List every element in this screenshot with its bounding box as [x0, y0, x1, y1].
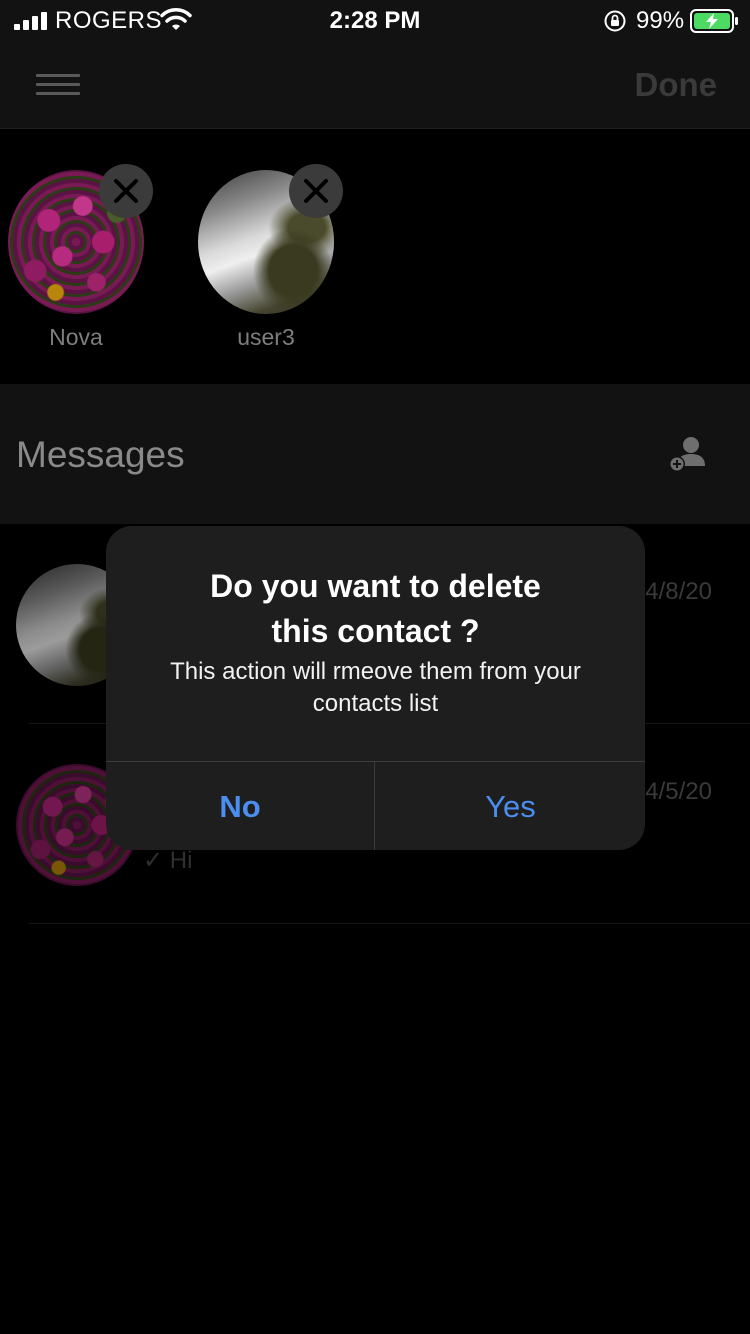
- remove-contact-button[interactable]: [99, 164, 153, 218]
- alert-actions: No Yes: [106, 761, 645, 850]
- nav-bar: Done: [0, 42, 750, 129]
- favorite-name: user3: [237, 324, 295, 350]
- alert-message: This action will rmeove them from your co…: [170, 658, 581, 717]
- done-button[interactable]: Done: [635, 66, 718, 104]
- screen: ROGERS 2:28 PM 99% Done Nova user3 Messa…: [0, 0, 750, 1334]
- messages-header: Messages: [0, 384, 750, 524]
- battery-charging-icon: [690, 9, 738, 33]
- rotation-lock-icon: [604, 10, 626, 32]
- favorites-row: Nova user3: [0, 130, 750, 384]
- remove-contact-button[interactable]: [289, 164, 343, 218]
- favorite-name: Nova: [49, 324, 103, 350]
- close-icon: [304, 179, 328, 203]
- add-person-icon[interactable]: [668, 436, 708, 474]
- favorite-contact[interactable]: Nova: [8, 164, 158, 360]
- yes-button[interactable]: Yes: [376, 762, 645, 850]
- delete-contact-alert: Do you want to delete this contact ? This…: [106, 526, 645, 850]
- page-title: Messages: [16, 434, 185, 475]
- favorite-contact[interactable]: user3: [198, 164, 348, 360]
- status-bar: ROGERS 2:28 PM 99%: [0, 0, 750, 42]
- close-icon: [114, 179, 138, 203]
- battery-percent: 99%: [636, 7, 685, 34]
- alert-title: Do you want to delete this contact ?: [210, 568, 541, 649]
- no-button[interactable]: No: [106, 762, 375, 850]
- menu-icon[interactable]: [36, 74, 80, 96]
